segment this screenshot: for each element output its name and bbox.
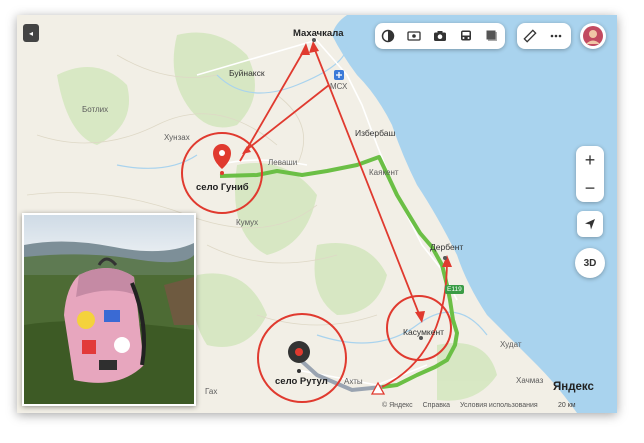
ruler-icon[interactable] <box>517 23 543 49</box>
collapse-panel-button[interactable]: ◂ <box>23 24 39 42</box>
mapset-icon[interactable] <box>479 23 505 49</box>
zoom-out-button[interactable]: − <box>576 174 604 202</box>
label-botlikh: Ботлих <box>82 105 109 114</box>
highway-badge: E119 <box>445 285 464 294</box>
view-3d-button[interactable]: 3D <box>575 248 605 278</box>
label-mcx: МСХ <box>330 82 348 91</box>
map-frame[interactable]: Махачкала Буйнакск МСХ Ботлих Хунзах Изб… <box>17 15 617 413</box>
zoom-in-button[interactable]: + <box>576 146 604 174</box>
label-rutul: село Рутул <box>275 376 328 387</box>
copyright-bar: © Яндекс Справка Условия использования <box>382 402 546 409</box>
label-khunzakh: Хунзах <box>164 133 190 142</box>
help-link[interactable]: Справка <box>423 402 450 409</box>
airport-icon <box>334 70 344 80</box>
label-gunib: село Гуниб <box>196 182 249 193</box>
copyright-text: © Яндекс <box>382 402 413 409</box>
derbent-point <box>443 256 447 260</box>
label-makhachkala: Махачкала <box>293 28 344 39</box>
tools-toolbar <box>517 23 571 49</box>
geolocation-button[interactable] <box>577 211 603 237</box>
yandex-logo: Яндекс <box>553 381 594 393</box>
photo-inset <box>22 213 196 406</box>
camera-icon[interactable] <box>427 23 453 49</box>
panorama-icon[interactable] <box>401 23 427 49</box>
layers-icon[interactable] <box>375 23 401 49</box>
layers-toolbar <box>375 23 505 49</box>
label-derbent: Дербент <box>430 242 464 252</box>
location-arrow-icon <box>585 219 595 230</box>
label-khachmaz: Хачмаз <box>516 376 544 385</box>
label-akhty: Ахты <box>344 377 363 386</box>
label-kayakent: Каякент <box>369 168 399 177</box>
more-icon[interactable] <box>543 23 569 49</box>
label-kasumkent: Касумкент <box>403 327 445 337</box>
terms-link[interactable]: Условия использования <box>460 402 538 409</box>
zoom-control: + − <box>576 146 604 202</box>
label-levashi: Леваши <box>268 158 298 167</box>
scale-bar: 20 км <box>558 402 576 409</box>
chevron-left-icon: ◂ <box>28 28 33 38</box>
label-kumukh: Кумух <box>236 218 259 227</box>
label-khudat: Худат <box>500 340 522 349</box>
backpack-photo <box>24 215 194 404</box>
label-gakh: Гах <box>205 387 218 396</box>
label-izberbash: Избербаш <box>355 128 396 138</box>
transport-icon[interactable] <box>453 23 479 49</box>
label-buynaksk: Буйнакск <box>229 68 265 78</box>
avatar[interactable] <box>580 23 606 49</box>
